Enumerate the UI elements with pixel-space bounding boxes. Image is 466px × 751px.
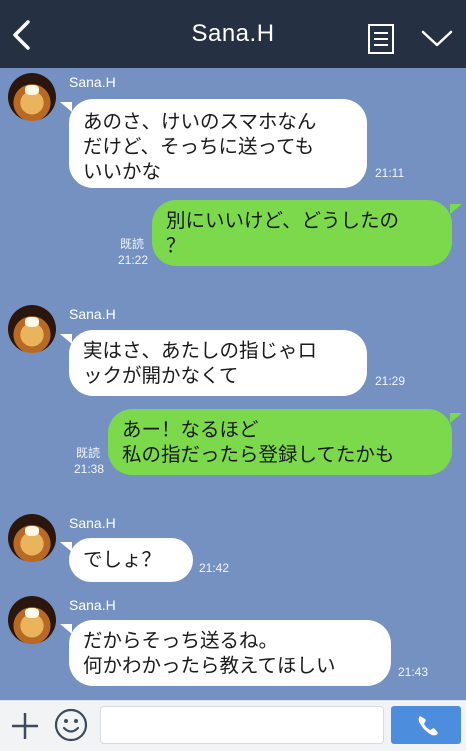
- message-line: だからそっち送るね。: [83, 629, 279, 652]
- message-bubble[interactable]: でしょ？: [69, 538, 193, 582]
- sender-name: Sana.H: [69, 306, 116, 322]
- sender-name: Sana.H: [69, 515, 116, 531]
- avatar[interactable]: [8, 305, 56, 353]
- message-line: いいかな: [83, 160, 162, 183]
- message-line: 別にいいけど、どうしたの: [166, 209, 400, 232]
- menu-button[interactable]: [420, 28, 454, 50]
- message-input[interactable]: [100, 706, 384, 744]
- message-line: あのさ、けいのスマホなん: [83, 110, 317, 133]
- sender-name: Sana.H: [69, 74, 116, 90]
- bubble-tail: [450, 204, 462, 214]
- emoji-icon: [54, 708, 88, 742]
- message-bubble[interactable]: 実はさ、あたしの指じゃロ ックが開かなくて: [69, 330, 367, 396]
- chevron-down-icon: [421, 30, 453, 47]
- timestamp: 21:43: [398, 665, 429, 679]
- read-receipt: 既読: [119, 237, 144, 251]
- message-line: ？: [166, 234, 186, 257]
- message-bubble[interactable]: あー！なるほど 私の指だったら登録してたかも: [108, 409, 452, 475]
- plus-icon: [12, 713, 38, 739]
- message-line: だけど、そっちに送っても: [83, 135, 315, 158]
- message-bubble[interactable]: だからそっち送るね。 何かわかったら教えてほしい: [69, 620, 391, 686]
- note-button[interactable]: [366, 23, 396, 55]
- bubble-tail: [60, 624, 72, 634]
- emoji-button[interactable]: [54, 708, 88, 742]
- message-bubble[interactable]: あのさ、けいのスマホなん だけど、そっちに送っても いいかな: [69, 99, 367, 188]
- message-line: ックが開かなくて: [83, 364, 239, 387]
- add-button[interactable]: [10, 711, 40, 741]
- read-receipt: 既読: [75, 446, 100, 460]
- chat-header: Sana.H: [0, 0, 466, 68]
- message-line: 何かわかったら教えてほしい: [83, 654, 336, 677]
- message-line: あー！なるほど: [122, 418, 259, 441]
- bubble-tail: [60, 334, 72, 344]
- note-icon: [368, 24, 394, 54]
- chat-title: Sana.H: [191, 20, 275, 47]
- timestamp: 21:38: [73, 462, 104, 476]
- bubble-tail: [450, 413, 462, 423]
- avatar[interactable]: [8, 514, 56, 562]
- message-line: 私の指だったら登録してたかも: [122, 443, 395, 466]
- bubble-tail: [60, 102, 72, 112]
- avatar[interactable]: [8, 596, 56, 644]
- message-bubble[interactable]: 別にいいけど、どうしたの ？: [152, 200, 452, 266]
- message-line: でしょ？: [83, 548, 162, 571]
- sender-name: Sana.H: [69, 597, 116, 613]
- call-button[interactable]: [391, 706, 461, 744]
- timestamp: 21:29: [375, 374, 406, 388]
- timestamp: 21:22: [117, 253, 148, 267]
- avatar[interactable]: [8, 73, 56, 121]
- timestamp: 21:42: [199, 561, 230, 575]
- input-bar: [0, 700, 466, 751]
- phone-icon: [418, 716, 438, 736]
- message-line: 実はさ、あたしの指じゃロ: [83, 339, 318, 362]
- timestamp: 21:11: [375, 166, 405, 180]
